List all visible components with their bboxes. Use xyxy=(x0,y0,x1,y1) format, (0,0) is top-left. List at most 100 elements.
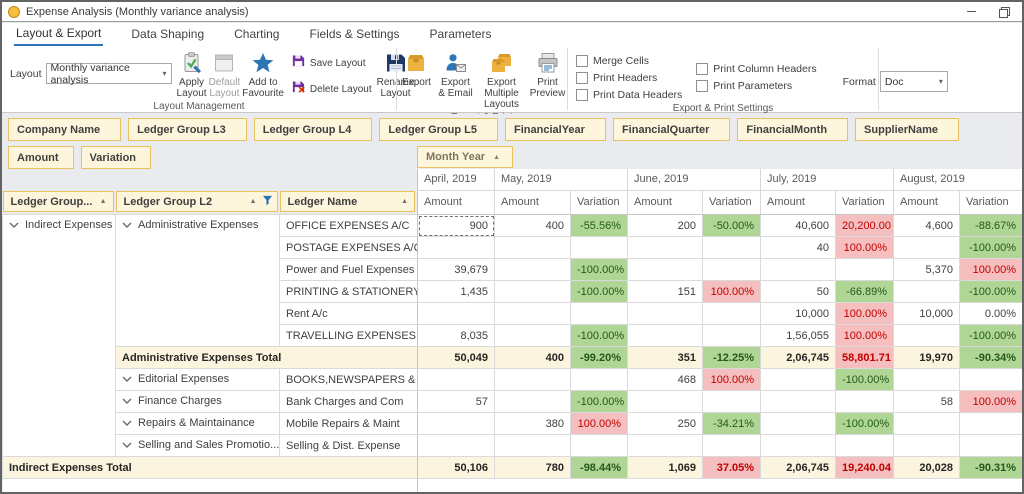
amount-cell[interactable] xyxy=(417,236,496,259)
apply-layout-button[interactable]: Apply Layout xyxy=(177,49,207,99)
amount-cell[interactable]: 900 xyxy=(417,214,496,237)
variation-cell[interactable] xyxy=(702,302,762,325)
amount-cell[interactable]: 351 xyxy=(627,346,704,369)
amount-cell[interactable]: 2,06,745 xyxy=(760,346,837,369)
variation-cell[interactable]: 20,200.00 xyxy=(835,214,895,237)
tab-data-shaping[interactable]: Data Shaping xyxy=(129,24,206,45)
variation-cell[interactable]: -88.67% xyxy=(959,214,1022,237)
variation-cell[interactable] xyxy=(570,434,629,457)
variation-cell[interactable]: -100.00% xyxy=(959,280,1022,303)
variation-cell[interactable] xyxy=(702,258,762,281)
amount-cell[interactable]: 4,600 xyxy=(893,214,961,237)
add-to-favourite-button[interactable]: Add to Favourite xyxy=(242,49,284,99)
expand-chevron-icon[interactable] xyxy=(9,219,19,231)
column-header-may-2019[interactable]: May, 2019 xyxy=(494,169,629,191)
amount-cell[interactable]: 39,679 xyxy=(417,258,496,281)
tab-charting[interactable]: Charting xyxy=(232,24,281,45)
expand-chevron-icon[interactable] xyxy=(122,395,132,407)
checkbox-merge-cells[interactable]: Merge Cells xyxy=(576,55,682,67)
amount-cell[interactable] xyxy=(494,258,572,281)
amount-cell[interactable] xyxy=(494,434,572,457)
field-chip-amount[interactable]: Amount xyxy=(8,146,74,169)
field-chip-financialyear[interactable]: FinancialYear xyxy=(505,118,606,141)
variation-cell[interactable]: 100.00% xyxy=(570,412,629,435)
variation-cell[interactable]: 100.00% xyxy=(959,390,1022,413)
amount-cell[interactable]: 1,435 xyxy=(417,280,496,303)
variation-cell[interactable] xyxy=(959,434,1022,457)
amount-cell[interactable] xyxy=(893,324,961,347)
save-layout-button[interactable]: Save Layout xyxy=(291,53,372,73)
expand-chevron-icon[interactable] xyxy=(122,417,132,429)
checkbox-print-data-headers[interactable]: Print Data Headers xyxy=(576,89,682,101)
amount-cell[interactable] xyxy=(494,280,572,303)
variation-cell[interactable]: 100.00% xyxy=(702,280,762,303)
variation-cell[interactable] xyxy=(835,390,895,413)
amount-cell[interactable] xyxy=(760,368,837,391)
default-layout-button[interactable]: Default Layout xyxy=(209,49,240,99)
field-chip-company-name[interactable]: Company Name xyxy=(8,118,122,141)
amount-cell[interactable] xyxy=(627,434,704,457)
variation-cell[interactable]: -98.44% xyxy=(570,456,629,479)
ledger-name-cell[interactable]: OFFICE EXPENSES A/C xyxy=(278,214,419,237)
variation-cell[interactable]: 100.00% xyxy=(835,324,895,347)
checkbox-box[interactable] xyxy=(696,63,709,75)
layout-select[interactable]: Monthly variance analysis ▾ xyxy=(45,62,172,86)
minimize-button[interactable] xyxy=(958,4,984,20)
checkbox-box[interactable] xyxy=(576,55,588,67)
amount-cell[interactable] xyxy=(494,302,572,325)
delete-layout-button[interactable]: Delete Layout xyxy=(291,79,372,99)
column-header-july-2019[interactable]: July, 2019 xyxy=(760,169,895,191)
variation-cell[interactable]: 100.00% xyxy=(959,258,1022,281)
amount-cell[interactable]: 2,06,745 xyxy=(760,456,837,479)
amount-cell[interactable]: 50 xyxy=(760,280,837,303)
variation-cell[interactable]: -99.20% xyxy=(570,346,629,369)
row-header-ledger-group-l2[interactable]: Ledger Group L2 ▲ xyxy=(115,190,280,215)
variation-cell[interactable] xyxy=(702,434,762,457)
variation-cell[interactable]: 100.00% xyxy=(835,236,895,259)
group-cell-repairs-maintainance[interactable]: Repairs & Maintainance xyxy=(115,412,280,435)
measure-header-april-2019-amount[interactable]: Amount xyxy=(417,190,496,215)
amount-cell[interactable]: 40 xyxy=(760,236,837,259)
tab-fields-settings[interactable]: Fields & Settings xyxy=(307,24,401,45)
field-chip-ledger-group-l5[interactable]: Ledger Group L5 xyxy=(379,118,499,141)
variation-cell[interactable] xyxy=(959,368,1022,391)
variation-cell[interactable]: 100.00% xyxy=(702,368,762,391)
amount-cell[interactable] xyxy=(494,368,572,391)
ledger-name-cell[interactable]: Mobile Repairs & Maint xyxy=(278,412,419,435)
amount-cell[interactable] xyxy=(417,302,496,325)
amount-cell[interactable]: 10,000 xyxy=(760,302,837,325)
amount-cell[interactable]: 58 xyxy=(893,390,961,413)
field-chip-financialmonth[interactable]: FinancialMonth xyxy=(737,118,849,141)
amount-cell[interactable]: 468 xyxy=(627,368,704,391)
amount-cell[interactable]: 8,035 xyxy=(417,324,496,347)
variation-cell[interactable]: -100.00% xyxy=(835,412,895,435)
variation-cell[interactable] xyxy=(570,236,629,259)
amount-cell[interactable] xyxy=(627,258,704,281)
export-multiple-layouts-button[interactable]: Export Multiple Layouts xyxy=(476,49,527,110)
variation-cell[interactable] xyxy=(570,368,629,391)
tab-layout-export[interactable]: Layout & Export xyxy=(14,23,104,46)
variation-cell[interactable]: -50.00% xyxy=(702,214,762,237)
ledger-name-cell[interactable]: POSTAGE EXPENSES A/C xyxy=(278,236,419,259)
expand-chevron-icon[interactable] xyxy=(122,373,132,385)
amount-cell[interactable] xyxy=(627,324,704,347)
ledger-name-cell[interactable]: Rent A/c xyxy=(278,302,419,325)
ledger-name-cell[interactable]: PRINTING & STATIONERY A... xyxy=(278,280,419,303)
measure-header-june-2019-amount[interactable]: Amount xyxy=(627,190,704,215)
measure-header-may-2019-amount[interactable]: Amount xyxy=(494,190,572,215)
amount-cell[interactable] xyxy=(627,302,704,325)
checkbox-box[interactable] xyxy=(576,89,588,101)
ledger-name-cell[interactable]: Power and Fuel Expenses xyxy=(278,258,419,281)
column-header-april-2019[interactable]: April, 2019 xyxy=(417,169,496,191)
variation-cell[interactable] xyxy=(835,258,895,281)
amount-cell[interactable]: 20,028 xyxy=(893,456,961,479)
measure-header-july-2019-amount[interactable]: Amount xyxy=(760,190,837,215)
amount-cell[interactable]: 780 xyxy=(494,456,572,479)
group-cell-editorial-expenses[interactable]: Editorial Expenses xyxy=(115,368,280,391)
field-chip-ledger-group-l4[interactable]: Ledger Group L4 xyxy=(253,118,373,141)
variation-cell[interactable]: -12.25% xyxy=(702,346,762,369)
variation-cell[interactable]: -100.00% xyxy=(570,280,629,303)
amount-cell[interactable] xyxy=(893,412,961,435)
amount-cell[interactable] xyxy=(760,390,837,413)
variation-cell[interactable]: -100.00% xyxy=(959,236,1022,259)
